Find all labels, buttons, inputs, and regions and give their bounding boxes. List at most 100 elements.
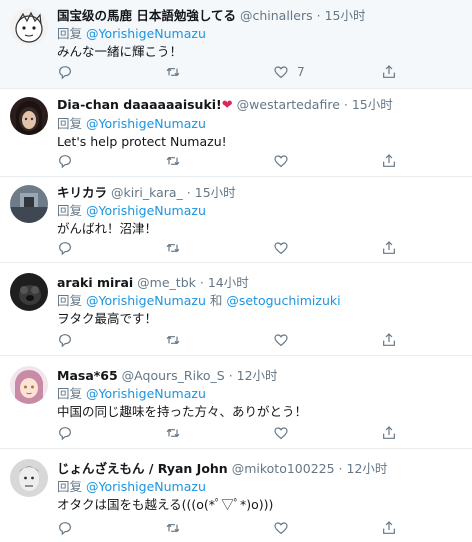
timestamp[interactable]: 15小时: [352, 97, 393, 112]
like-button[interactable]: [273, 152, 289, 170]
display-name[interactable]: じょんざえもん / Ryan John: [57, 461, 228, 476]
reply-button[interactable]: [57, 239, 73, 257]
tweet-header: じょんざえもん / Ryan John @mikoto100225 · 12小时: [57, 461, 464, 477]
separator-dot: ·: [199, 275, 204, 290]
retweet-button[interactable]: [165, 152, 181, 170]
tweet-item[interactable]: じょんざえもん / Ryan John @mikoto100225 · 12小时…: [0, 449, 472, 542]
tweet-text: みんな一緒に輝こう！: [57, 44, 183, 59]
replying-to-label: 回复: [57, 203, 83, 218]
timestamp[interactable]: 15小时: [195, 185, 236, 200]
tweet-actions: [57, 331, 407, 349]
retweet-icon: [166, 523, 180, 533]
tweet-item[interactable]: Masa*65 @Aqours_Riko_S · 12小时 回复 @Yorish…: [0, 356, 472, 449]
like-button[interactable]: 7: [273, 63, 305, 81]
mention-link[interactable]: @YorishigeNumazu: [86, 386, 206, 401]
tweet-item[interactable]: Dia-chan daaaaaaisuki!❤ @westartedafire …: [0, 89, 472, 177]
reply-icon: [59, 66, 71, 80]
reply-button[interactable]: [57, 63, 73, 81]
share-icon: [383, 521, 395, 534]
reply-button[interactable]: [57, 152, 73, 170]
tweet-text: がんばれ！沼津！: [57, 221, 158, 236]
mention-link[interactable]: @YorishigeNumazu: [86, 479, 206, 494]
user-handle[interactable]: @kiri_kara_: [111, 185, 183, 200]
tweet-actions: [57, 239, 407, 257]
like-button[interactable]: [273, 424, 289, 442]
mention-link[interactable]: @YorishigeNumazu: [86, 26, 206, 41]
share-button[interactable]: [381, 424, 397, 442]
reply-button[interactable]: [57, 424, 73, 442]
like-button[interactable]: [273, 519, 289, 537]
display-name[interactable]: 国宝级の馬鹿 日本語勉強してる: [57, 8, 236, 23]
share-button[interactable]: [381, 63, 397, 81]
reply-context: 回复 @YorishigeNumazu: [57, 116, 464, 132]
retweet-icon: [166, 156, 180, 166]
display-name[interactable]: araki mirai: [57, 275, 133, 290]
reply-context: 回复 @YorishigeNumazu: [57, 203, 464, 219]
tweet-actions: [57, 424, 407, 442]
share-icon: [383, 154, 395, 167]
share-button[interactable]: [381, 331, 397, 349]
avatar[interactable]: [10, 185, 48, 223]
retweet-button[interactable]: [165, 519, 181, 537]
tweet-item[interactable]: 国宝级の馬鹿 日本語勉強してる @chinallers · 15小时 回复 @Y…: [0, 0, 472, 89]
timestamp[interactable]: 14小时: [208, 275, 249, 290]
avatar[interactable]: [10, 97, 48, 135]
tweet-header: Dia-chan daaaaaaisuki!❤ @westartedafire …: [57, 97, 464, 114]
reply-icon: [59, 522, 71, 536]
display-name[interactable]: Dia-chan daaaaaaisuki!: [57, 97, 222, 112]
user-handle[interactable]: @westartedafire: [237, 97, 340, 112]
reply-button[interactable]: [57, 331, 73, 349]
share-button[interactable]: [381, 152, 397, 170]
heart-icon: [274, 66, 288, 79]
user-handle[interactable]: @Aqours_Riko_S: [122, 368, 225, 383]
timestamp[interactable]: 12小时: [237, 368, 278, 383]
tweet-actions: [57, 519, 407, 537]
retweet-button[interactable]: [165, 239, 181, 257]
retweet-button[interactable]: [165, 424, 181, 442]
tweet-header: Masa*65 @Aqours_Riko_S · 12小时: [57, 368, 464, 384]
tweet-actions: 7: [57, 63, 407, 81]
share-button[interactable]: [381, 519, 397, 537]
reply-button[interactable]: [57, 519, 73, 537]
user-handle[interactable]: @me_tbk: [137, 275, 196, 290]
share-icon: [383, 333, 395, 346]
heart-icon: [274, 334, 288, 347]
retweet-icon: [166, 335, 180, 345]
like-count: 7: [297, 65, 305, 79]
mention-link[interactable]: @YorishigeNumazu: [86, 116, 206, 131]
retweet-button[interactable]: [165, 63, 181, 81]
mention-link[interactable]: @YorishigeNumazu: [86, 203, 206, 218]
heart-icon: [274, 155, 288, 168]
display-name[interactable]: Masa*65: [57, 368, 118, 383]
user-handle[interactable]: @mikoto100225: [232, 461, 335, 476]
avatar[interactable]: [10, 459, 48, 497]
separator-dot: ·: [186, 185, 191, 200]
like-button[interactable]: [273, 239, 289, 257]
heart-icon: [274, 242, 288, 255]
heart-icon: [274, 427, 288, 440]
reply-icon: [59, 427, 71, 441]
mention-link[interactable]: @setoguchimizuki: [226, 293, 340, 308]
tweet-text: ヲタク最高です！: [57, 311, 158, 326]
separator-dot: ·: [228, 368, 233, 383]
timestamp[interactable]: 12小时: [347, 461, 388, 476]
and-label: 和: [209, 293, 223, 308]
user-handle[interactable]: @chinallers: [240, 8, 313, 23]
display-name[interactable]: キリカラ: [57, 185, 107, 200]
tweet-item[interactable]: araki mirai @me_tbk · 14小时 回复 @Yorishige…: [0, 263, 472, 356]
timestamp[interactable]: 15小时: [325, 8, 366, 23]
avatar[interactable]: [10, 366, 48, 404]
reply-context: 回复 @YorishigeNumazu: [57, 479, 464, 495]
separator-dot: ·: [338, 461, 343, 476]
heart-emoji: ❤: [221, 98, 233, 113]
mention-link[interactable]: @YorishigeNumazu: [86, 293, 206, 308]
avatar[interactable]: [10, 273, 48, 311]
tweet-actions: [57, 152, 407, 170]
heart-icon: [274, 522, 288, 535]
retweet-button[interactable]: [165, 331, 181, 349]
avatar[interactable]: [10, 8, 48, 46]
like-button[interactable]: [273, 331, 289, 349]
share-button[interactable]: [381, 239, 397, 257]
tweet-item[interactable]: キリカラ @kiri_kara_ · 15小时 回复 @YorishigeNum…: [0, 177, 472, 263]
tweet-header: 国宝级の馬鹿 日本語勉強してる @chinallers · 15小时: [57, 8, 464, 24]
